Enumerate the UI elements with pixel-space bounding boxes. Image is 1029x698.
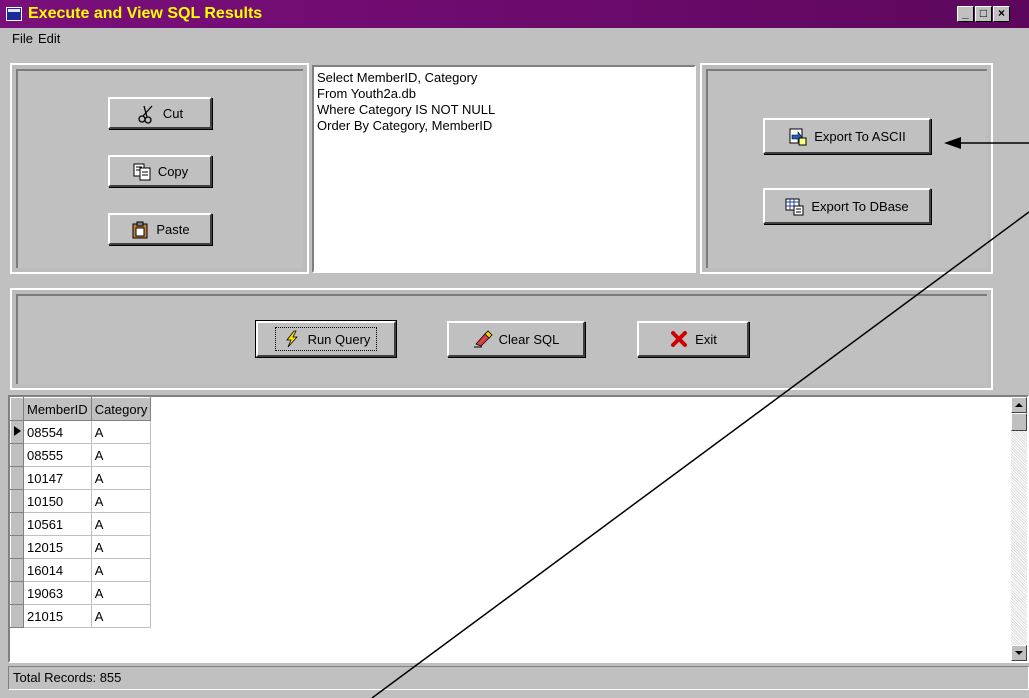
cell-category[interactable]: A (91, 535, 152, 559)
clipboard-icon (130, 220, 150, 239)
cell-memberid[interactable]: 16014 (23, 558, 92, 582)
export-dbase-icon (785, 197, 805, 216)
paste-label: Paste (156, 221, 190, 237)
cut-button[interactable]: Cut (108, 97, 212, 129)
cell-memberid[interactable]: 12015 (23, 535, 92, 559)
run-query-label: Run Query (307, 331, 371, 347)
copy-label: Copy (157, 163, 189, 179)
cell-memberid[interactable]: 10147 (23, 466, 92, 490)
lightning-icon (282, 330, 302, 348)
window-icon[interactable] (6, 7, 22, 21)
arrow-down-icon (1015, 651, 1023, 655)
exit-button[interactable]: Exit (637, 321, 749, 357)
menu-bar: File Edit (0, 28, 1029, 52)
row-indicator[interactable] (10, 420, 24, 444)
cut-label: Cut (162, 105, 184, 121)
cell-memberid[interactable]: 10561 (23, 512, 92, 536)
cell-memberid[interactable]: 08554 (23, 420, 92, 444)
grid-corner (10, 397, 24, 421)
export-ascii-label: Export To ASCII (814, 128, 906, 144)
cell-category[interactable]: A (91, 512, 152, 536)
vertical-scrollbar[interactable] (1011, 397, 1027, 661)
status-bar: Total Records: 855 (8, 666, 1029, 690)
exit-label: Exit (695, 331, 717, 347)
export-dbase-button[interactable]: Export To DBase (763, 188, 931, 224)
results-table: MemberID Category 08554 A 08555 A 10147 … (10, 397, 152, 628)
table-row[interactable]: 10147 A (10, 466, 152, 490)
menu-file[interactable]: File (12, 31, 33, 46)
row-indicator[interactable] (10, 443, 24, 467)
column-header-category[interactable]: Category (90, 397, 152, 421)
scroll-thumb[interactable] (1011, 413, 1027, 431)
export-dbase-label: Export To DBase (811, 198, 909, 214)
table-row[interactable]: 19063 A (10, 581, 152, 605)
maximize-button[interactable]: □ (975, 6, 992, 22)
clear-sql-button[interactable]: Clear SQL (447, 321, 585, 357)
cell-category[interactable]: A (91, 604, 152, 628)
table-row[interactable]: 16014 A (10, 558, 152, 582)
arrow-up-icon (1015, 403, 1023, 407)
cell-memberid[interactable]: 19063 (23, 581, 92, 605)
table-row[interactable]: 08555 A (10, 443, 152, 467)
scissors-icon (137, 104, 157, 124)
row-indicator[interactable] (10, 604, 24, 628)
menu-edit[interactable]: Edit (38, 31, 60, 46)
scroll-down-button[interactable] (1011, 645, 1027, 661)
scroll-up-button[interactable] (1011, 397, 1027, 413)
title-bar[interactable]: Execute and View SQL Results _ □ × (0, 0, 1029, 28)
window-title: Execute and View SQL Results (28, 5, 263, 22)
copy-button[interactable]: Copy (108, 155, 212, 187)
sql-editor[interactable]: Select MemberID, Category From Youth2a.d… (312, 65, 696, 273)
cell-category[interactable]: A (91, 420, 152, 444)
column-header-memberid[interactable]: MemberID (23, 397, 92, 421)
minimize-button[interactable]: _ (957, 6, 974, 22)
cell-category[interactable]: A (91, 466, 152, 490)
export-panel (700, 63, 993, 274)
cell-category[interactable]: A (91, 489, 152, 513)
close-button[interactable]: × (993, 6, 1010, 22)
table-row[interactable]: 12015 A (10, 535, 152, 559)
export-ascii-icon (788, 127, 808, 146)
results-grid[interactable]: MemberID Category 08554 A 08555 A 10147 … (8, 395, 1029, 663)
row-indicator[interactable] (10, 558, 24, 582)
copy-icon (132, 162, 152, 181)
paste-button[interactable]: Paste (108, 213, 212, 245)
table-row[interactable]: 10561 A (10, 512, 152, 536)
current-row-arrow-icon (14, 425, 21, 436)
red-x-icon (669, 330, 689, 348)
table-row[interactable]: 21015 A (10, 604, 152, 628)
cell-category[interactable]: A (91, 581, 152, 605)
cell-memberid[interactable]: 10150 (23, 489, 92, 513)
row-indicator[interactable] (10, 581, 24, 605)
clear-sql-label: Clear SQL (498, 331, 560, 347)
table-row[interactable]: 10150 A (10, 489, 152, 513)
run-query-button[interactable]: Run Query (255, 320, 397, 358)
row-indicator[interactable] (10, 535, 24, 559)
row-indicator[interactable] (10, 512, 24, 536)
cell-memberid[interactable]: 21015 (23, 604, 92, 628)
cell-memberid[interactable]: 08555 (23, 443, 92, 467)
table-row[interactable]: 08554 A (10, 420, 152, 444)
cell-category[interactable]: A (91, 443, 152, 467)
export-ascii-button[interactable]: Export To ASCII (763, 118, 931, 154)
cell-category[interactable]: A (91, 558, 152, 582)
eraser-icon (473, 330, 493, 348)
row-indicator[interactable] (10, 489, 24, 513)
row-indicator[interactable] (10, 466, 24, 490)
